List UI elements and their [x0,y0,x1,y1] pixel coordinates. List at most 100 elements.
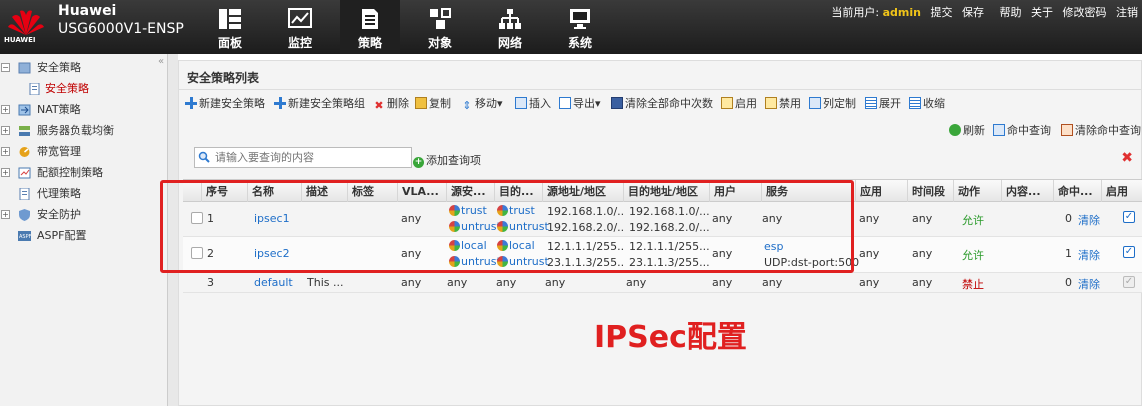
sidebar-item-security-protection[interactable]: + 安全防护 [0,204,168,225]
toolbar-label: 列定制 [823,97,856,110]
nav-system[interactable]: 系统 [550,0,610,54]
search-input[interactable] [194,147,412,168]
clear-hits-icon [611,97,623,109]
policy-folder-icon [18,62,31,74]
copy-button[interactable]: 复制 [415,96,451,112]
copy-icon [415,97,427,109]
refresh-button[interactable]: 刷新 [949,123,985,139]
app-value: any [859,276,880,289]
annotation-caption: IPSec配置 [594,320,747,355]
enable-button[interactable]: 启用 [721,96,757,112]
clear-hits-link[interactable]: 清除 [1078,212,1100,228]
expand-all-button[interactable]: 展开 [865,96,901,112]
move-button[interactable]: ⇕ 移动▾ [461,96,502,112]
nav-monitor[interactable]: 监控 [270,0,330,54]
delete-button[interactable]: ✖ 删除 [373,96,409,112]
about-link[interactable]: 关于 [1031,6,1053,19]
close-search-icon[interactable]: ✖ [1121,150,1133,166]
hit-count: 1 [1065,247,1072,260]
sidebar-item-quota-control[interactable]: + 配额控制策略 [0,162,168,183]
delete-icon: ✖ [374,99,384,112]
nav-label: 对象 [427,36,452,50]
hit-count: 0 [1065,212,1072,225]
aspf-icon: ASPF [18,231,31,241]
move-icon: ⇕ [462,99,472,112]
expand-icon[interactable]: + [1,126,10,135]
disable-button[interactable]: 禁用 [765,96,801,112]
clear-all-hits-button[interactable]: 清除全部命中次数 [611,96,713,112]
add-icon [185,97,197,109]
col-header[interactable]: 启用 [1101,180,1142,203]
nav-network[interactable]: 网络 [480,0,540,54]
action-value: 禁止 [962,278,984,291]
add-query-label: 添加查询项 [426,154,481,167]
disable-icon [765,97,777,109]
policy-name-link[interactable]: default [254,276,293,289]
device-model: USG6000V1-ENSP [58,21,184,37]
time-value: any [912,212,933,225]
insert-icon [515,97,527,109]
sidebar-item-aspf[interactable]: ASPF ASPF配置 [0,225,168,246]
sidebar-item-nat-policy[interactable]: + NAT策略 [0,99,168,120]
sidebar-item-server-load-balancing[interactable]: + 服务器负载均衡 [0,120,168,141]
enable-checkbox[interactable]: ✓ [1123,246,1135,258]
expand-icon[interactable]: + [1,168,10,177]
table-row[interactable]: 3 default This ... any any any any any a… [183,273,1142,293]
expand-icon[interactable]: + [1,105,10,114]
new-policy-button[interactable]: 新建安全策略 [185,96,265,112]
hit-count: 0 [1065,276,1072,289]
add-query-button[interactable]: + 添加查询项 [413,152,481,168]
current-user: admin [882,6,921,19]
collapse-all-button[interactable]: 收缩 [909,96,945,112]
sidebar-item-label: 安全策略 [37,61,81,74]
col-header[interactable]: 应用 [855,180,907,203]
divider [179,89,1141,90]
sidebar-item-bandwidth[interactable]: + 带宽管理 [0,141,168,162]
export-icon [559,97,571,109]
highlight-box [160,180,854,273]
toolbar-label: 展开 [879,97,901,110]
proxy-icon [19,188,30,200]
clear-hit-query-button[interactable]: 清除命中查询 [1061,123,1141,139]
col-header[interactable]: 时间段 [907,180,953,203]
column-customize-button[interactable]: 列定制 [809,96,856,112]
row-no: 3 [207,276,214,289]
expand-icon[interactable]: + [1,210,10,219]
col-header[interactable]: 命中... [1053,180,1101,203]
hit-query-button[interactable]: 命中查询 [993,123,1051,139]
nav-object[interactable]: 对象 [410,0,470,54]
clear-hits-link[interactable]: 清除 [1078,276,1100,292]
src-address: any [545,276,566,289]
server-icon [19,126,30,136]
change-password-link[interactable]: 修改密码 [1063,6,1107,19]
collapse-icon [909,97,921,109]
col-header[interactable]: 动作 [953,180,1001,203]
user-links: 当前用户: admin 提交 保存 帮助 关于 修改密码 注销 [831,4,1138,20]
expand-icon[interactable]: + [1,147,10,156]
toolbar-label: 清除全部命中次数 [625,97,713,110]
col-header[interactable]: 内容... [1001,180,1053,203]
insert-button[interactable]: 插入 [515,96,551,112]
collapse-icon[interactable]: − [1,63,10,72]
toolbar-label: 插入 [529,97,551,110]
nav-policy[interactable]: 策略 [340,0,400,54]
enable-checkbox[interactable]: ✓ [1123,211,1135,223]
action-value: 允许 [962,214,984,227]
save-link[interactable]: 保存 [962,6,984,19]
nav-dashboard[interactable]: 面板 [200,0,260,54]
toolbar-label: 导出▾ [573,97,601,110]
clear-hits-link[interactable]: 清除 [1078,247,1100,263]
sidebar-item-security-policy-group[interactable]: − 安全策略 [0,57,168,78]
commit-link[interactable]: 提交 [931,6,953,19]
help-link[interactable]: 帮助 [1000,6,1022,19]
sidebar-item-label: 安全防护 [37,208,81,221]
toolbar-label: 删除 [387,97,409,110]
new-policy-group-button[interactable]: 新建安全策略组 [274,96,365,112]
logout-link[interactable]: 注销 [1116,6,1138,19]
sidebar-item-security-policy[interactable]: 安全策略 [0,78,168,99]
hit-query-icon [993,124,1005,136]
sidebar-item-proxy-policy[interactable]: 代理策略 [0,183,168,204]
export-button[interactable]: 导出▾ [559,96,601,112]
sidebar-item-label: 带宽管理 [37,145,81,158]
svg-text:ASPF: ASPF [19,234,31,240]
